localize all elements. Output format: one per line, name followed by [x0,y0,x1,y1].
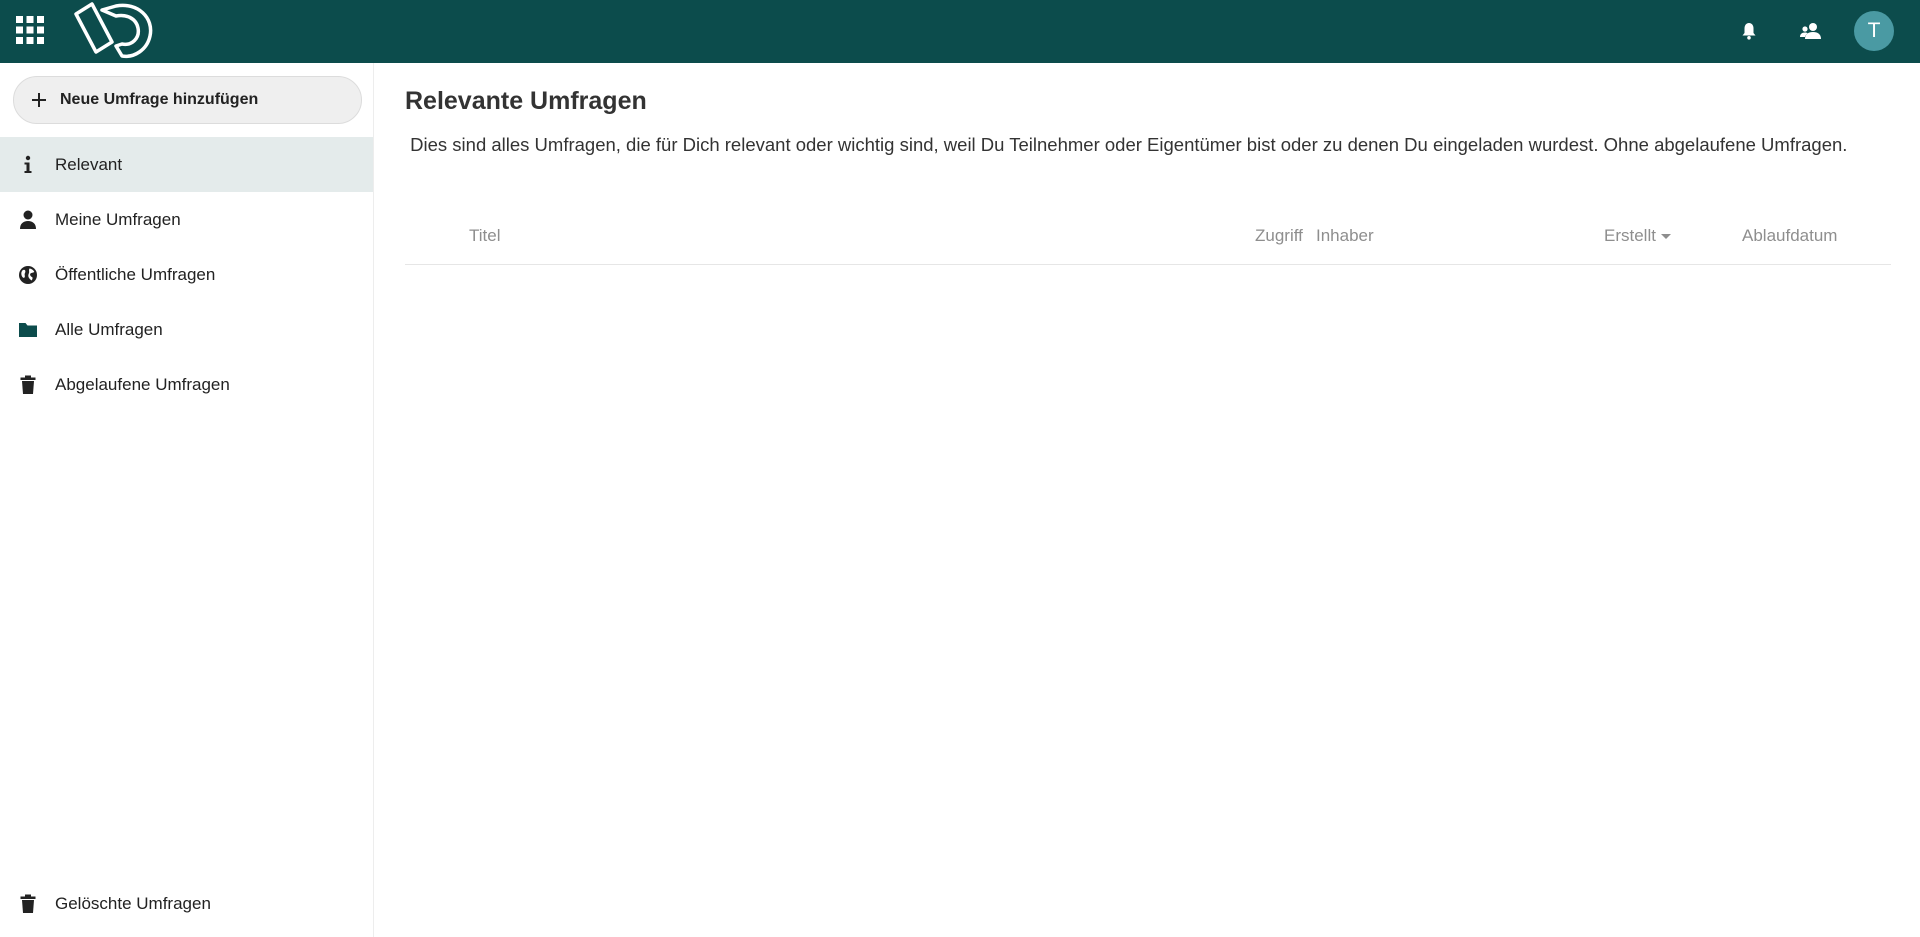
sort-desc-icon [1660,234,1671,239]
column-header-owner[interactable]: Inhaber [1316,226,1374,246]
sidebar-item-all-polls[interactable]: Alle Umfragen [0,302,373,357]
page-description: Dies sind alles Umfragen, die für Dich r… [405,134,1848,155]
new-poll-button[interactable]: Neue Umfrage hinzufügen [13,76,362,124]
sidebar-item-expired-polls[interactable]: Abgelaufene Umfragen [0,357,373,412]
top-header: T [0,0,1920,63]
avatar[interactable]: T [1854,11,1894,51]
info-icon [17,154,39,176]
folder-icon [17,319,39,341]
column-header-title[interactable]: Titel [469,226,501,246]
avatar-initial: T [1867,19,1881,42]
sidebar-item-my-polls[interactable]: Meine Umfragen [0,192,373,247]
sidebar-item-relevant[interactable]: Relevant [0,137,373,192]
app-logo[interactable] [72,2,158,60]
sidebar-item-label: Gelöschte Umfragen [55,893,211,913]
bell-icon[interactable] [1736,18,1762,44]
main-content: Relevante Umfragen Dies sind alles Umfra… [375,63,1920,937]
sidebar-item-label: Meine Umfragen [55,209,181,229]
sidebar-item-public-polls[interactable]: Öffentliche Umfragen [0,247,373,302]
trash-icon [17,893,39,915]
poll-table-header: Titel Zugriff Inhaber Erstellt Ablaufdat… [405,207,1891,265]
new-poll-label: Neue Umfrage hinzufügen [60,91,259,108]
sidebar-item-label: Abgelaufene Umfragen [55,374,230,394]
plus-icon [30,91,48,109]
contacts-icon[interactable] [1798,18,1824,44]
column-header-created-label: Erstellt [1604,226,1656,245]
sidebar: Neue Umfrage hinzufügen Relevant Meine U… [0,63,374,937]
column-header-access[interactable]: Zugriff [1255,226,1303,246]
trash-icon [17,374,39,396]
sidebar-item-label: Relevant [55,154,123,174]
sidebar-item-deleted-polls[interactable]: Gelöschte Umfragen [0,876,373,931]
column-header-created[interactable]: Erstellt [1604,226,1671,246]
sidebar-item-label: Alle Umfragen [55,319,163,339]
globe-icon [17,264,39,286]
page-title: Relevante Umfragen [405,87,647,115]
user-icon [17,209,39,231]
column-header-expiry[interactable]: Ablaufdatum [1742,226,1837,246]
sidebar-item-label: Öffentliche Umfragen [55,264,216,284]
grid-icon[interactable] [14,14,46,46]
